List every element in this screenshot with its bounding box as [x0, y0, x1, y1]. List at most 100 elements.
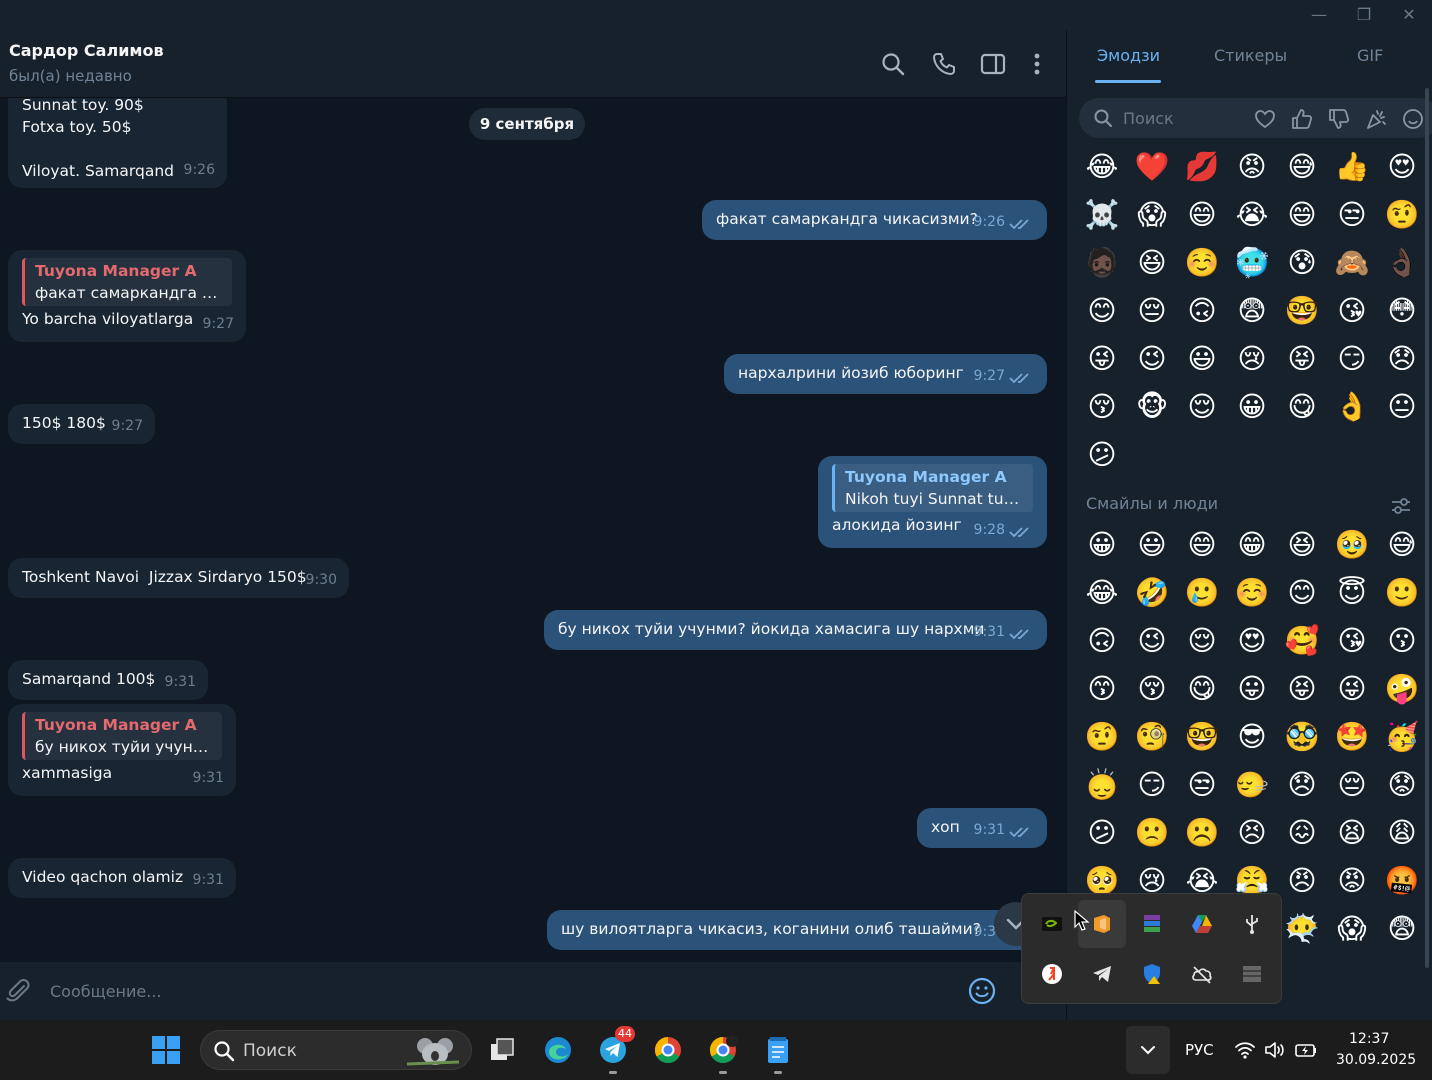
display-app-icon[interactable] [1228, 950, 1276, 998]
emoji-item[interactable]: 😆 [1277, 521, 1327, 569]
wifi-icon[interactable] [1234, 1040, 1256, 1060]
emoji-item[interactable]: 👌 [1327, 383, 1377, 431]
message-outgoing[interactable]: хоп 9:31 [917, 808, 1047, 848]
emoji-item[interactable]: 😂 [1077, 569, 1127, 617]
emoji-item[interactable]: 🙂‍↔️ [1227, 761, 1277, 809]
battery-charging-icon[interactable] [1294, 1040, 1318, 1060]
windows-security-icon[interactable] [1128, 950, 1176, 998]
task-view-button[interactable] [482, 1030, 522, 1070]
emoji-item[interactable]: 😀 [1227, 383, 1277, 431]
emoji-item[interactable]: 😄 [1277, 191, 1327, 239]
emoji-item[interactable]: 😜 [1327, 665, 1377, 713]
emoji-item[interactable]: 😚 [1127, 665, 1177, 713]
emoji-item[interactable]: 😭 [1227, 191, 1277, 239]
emoji-item[interactable]: 😶‍🌫️ [1277, 905, 1327, 953]
emoji-item[interactable]: 👌🏿 [1377, 239, 1427, 287]
message-list[interactable]: 9 сентября Sunnat toy. 90$ Fotxa toy. 50… [0, 98, 1066, 962]
emoji-item[interactable]: 😒 [1327, 191, 1377, 239]
chrome-icon[interactable] [648, 1030, 688, 1070]
emoji-item[interactable]: ☹️ [1177, 809, 1227, 857]
telegram-tray-icon[interactable] [1078, 950, 1126, 998]
message-outgoing[interactable]: бу никох туйи учунми? йокида хамасига шу… [544, 610, 1047, 650]
winrar-icon[interactable] [1128, 900, 1176, 948]
nvidia-icon[interactable] [1028, 900, 1076, 948]
emoji-item[interactable]: ☠️ [1077, 191, 1127, 239]
emoji-item[interactable]: 😳 [1377, 287, 1427, 335]
emoji-item[interactable]: 🤓 [1277, 287, 1327, 335]
emoji-item[interactable]: 😌 [1177, 617, 1227, 665]
tab-gif[interactable]: GIF [1357, 46, 1383, 65]
emoji-item[interactable]: 🥰 [1277, 617, 1327, 665]
emoji-item[interactable]: 😨 [1377, 905, 1427, 953]
emoji-item[interactable]: 🤩 [1327, 713, 1377, 761]
message-outgoing[interactable]: Tuyona Manager A Nikoh tuyi Sunnat tuyi.… [818, 456, 1047, 548]
message-outgoing[interactable]: нархалрини йозиб юборинг 9:27 [724, 354, 1047, 394]
emoji-item[interactable]: ☺️ [1227, 569, 1277, 617]
emoji-item[interactable]: 😡 [1327, 857, 1377, 905]
message-outgoing[interactable]: шу вилоятларга чикасиз, коганини олиб та… [547, 910, 1047, 950]
sidebar-toggle-icon[interactable] [979, 50, 1007, 78]
message-incoming[interactable]: Toshkent Navoi Jizzax Sirdaryo 150$ 9:30 [8, 558, 349, 598]
emoji-item[interactable]: 🥳 [1377, 713, 1427, 761]
emoji-item[interactable]: 😅 [1277, 143, 1327, 191]
emoji-item[interactable]: 😩 [1377, 809, 1427, 857]
emoji-item[interactable]: 😛 [1227, 665, 1277, 713]
message-input[interactable] [50, 976, 930, 1006]
emoji-item[interactable]: 😀 [1077, 521, 1127, 569]
emoji-item[interactable]: 😝 [1277, 335, 1327, 383]
tab-emoji[interactable]: Эмодзи [1097, 46, 1160, 65]
emoji-item[interactable]: 😂 [1077, 143, 1127, 191]
message-incoming[interactable]: Video qachon olamiz 9:31 [8, 858, 236, 898]
message-incoming[interactable]: Tuyona Manager A факат самаркандга чи...… [8, 250, 246, 342]
emoji-item[interactable]: 😌 [1177, 383, 1227, 431]
usb-icon[interactable] [1228, 900, 1276, 948]
emoji-item[interactable]: 😞 [1377, 335, 1427, 383]
tab-stickers[interactable]: Стикеры [1214, 46, 1287, 65]
volume-icon[interactable] [1264, 1040, 1286, 1060]
more-menu-icon[interactable] [1023, 50, 1051, 78]
emoji-item[interactable]: 😉 [1127, 335, 1177, 383]
emoji-item[interactable]: 😇 [1327, 569, 1377, 617]
yandex-icon[interactable] [1028, 950, 1076, 998]
emoji-item[interactable]: 😔 [1127, 287, 1177, 335]
emoji-item[interactable]: 🙈 [1327, 239, 1377, 287]
emoji-item[interactable]: 😘 [1327, 287, 1377, 335]
emoji-item[interactable]: 😚 [1077, 383, 1127, 431]
emoji-item[interactable]: 😉 [1127, 617, 1177, 665]
taskbar-search[interactable] [200, 1030, 472, 1070]
emoji-item[interactable]: 😋 [1177, 665, 1227, 713]
emoji-item[interactable]: 😝 [1277, 665, 1327, 713]
emoji-item[interactable]: 😔 [1327, 761, 1377, 809]
emoji-item[interactable]: 😒 [1177, 761, 1227, 809]
thumbs-up-icon[interactable] [1291, 108, 1313, 130]
emoji-item[interactable]: 😘 [1327, 617, 1377, 665]
message-incoming[interactable]: Samarqand 100$ 9:31 [8, 660, 208, 700]
emoji-item[interactable]: 🧔🏿 [1077, 239, 1127, 287]
emoji-item[interactable]: 😞 [1277, 761, 1327, 809]
emoji-item[interactable]: 🙁 [1127, 809, 1177, 857]
emoji-item[interactable]: 😖 [1277, 809, 1327, 857]
smiley-icon[interactable] [1402, 108, 1424, 130]
emoji-item[interactable]: 🧐 [1127, 713, 1177, 761]
emoji-item[interactable]: 🤣 [1127, 569, 1177, 617]
emoji-item[interactable]: 😨 [1227, 287, 1277, 335]
emoji-item[interactable]: 😍 [1377, 143, 1427, 191]
search-icon[interactable] [879, 50, 907, 78]
reply-quote[interactable]: Tuyona Manager A факат самаркандга чи... [22, 258, 232, 306]
phone-icon[interactable] [930, 50, 958, 78]
emoji-item[interactable]: 🥲 [1177, 569, 1227, 617]
emoji-item[interactable]: 😣 [1227, 809, 1277, 857]
thumbs-down-icon[interactable] [1328, 108, 1350, 130]
attach-icon[interactable] [4, 977, 32, 1005]
emoji-item[interactable]: 😕 [1077, 431, 1127, 479]
emoji-item[interactable]: 😰 [1277, 239, 1327, 287]
edge-icon[interactable] [538, 1030, 578, 1070]
skin-tone-settings-icon[interactable] [1389, 496, 1413, 516]
heart-icon[interactable] [1254, 108, 1276, 130]
emoji-item[interactable]: 🙂 [1377, 569, 1427, 617]
emoji-item[interactable]: 😅 [1377, 521, 1427, 569]
emoji-item[interactable]: 😊 [1277, 569, 1327, 617]
reply-quote[interactable]: Tuyona Manager A Nikoh tuyi Sunnat tuyi.… [832, 464, 1033, 512]
google-drive-icon[interactable] [1178, 900, 1226, 948]
emoji-item[interactable]: 🐵 [1127, 383, 1177, 431]
